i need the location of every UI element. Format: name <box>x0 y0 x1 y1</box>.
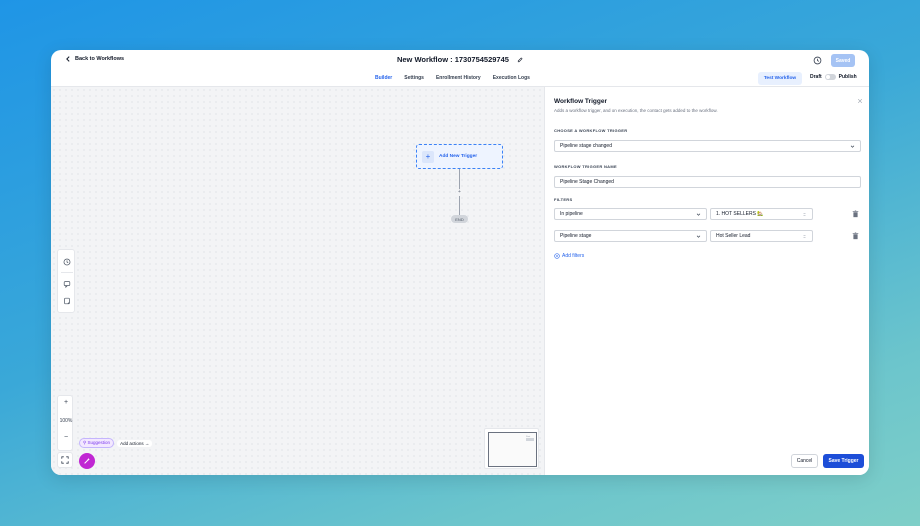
add-actions-label: Add actions <box>120 440 144 446</box>
note-icon[interactable] <box>63 297 71 305</box>
add-actions-link[interactable]: Add actions → <box>117 439 153 447</box>
tabs-row: Builder Settings Enrollment History Exec… <box>51 70 869 88</box>
close-icon[interactable] <box>857 98 863 104</box>
comment-icon[interactable] <box>63 280 71 288</box>
tab-enrollment-history[interactable]: Enrollment History <box>430 70 487 87</box>
filter-value: 1. HOT SELLERS 🏡 <box>716 211 764 217</box>
chevron-down-icon <box>696 235 701 238</box>
filter-field-value: In pipeline <box>560 211 583 217</box>
minimap-label: Start <box>526 436 531 438</box>
choose-trigger-label: CHOOSE A WORKFLOW TRIGGER <box>554 128 628 133</box>
expand-icon <box>61 456 69 464</box>
plus-circle-icon <box>554 253 560 259</box>
cancel-button[interactable]: Cancel <box>791 454 818 468</box>
filter-field-select[interactable]: In pipeline <box>554 208 707 220</box>
filter-field-value: Pipeline stage <box>560 233 592 239</box>
minimap-viewport: Start <box>488 432 537 467</box>
ai-wand-button[interactable] <box>79 453 95 469</box>
add-filters-link[interactable]: Add filters <box>554 253 584 259</box>
suggestion-chip[interactable]: ⚲ Suggestion <box>79 438 115 448</box>
saved-button[interactable]: Saved <box>831 54 855 67</box>
chevron-down-icon <box>696 213 701 216</box>
workflow-canvas[interactable]: + Add New Trigger + END + 100% − ⚲ Sugge… <box>51 87 544 475</box>
trigger-name-value: Pipeline Stage Changed <box>560 179 614 185</box>
workflow-trigger-panel: Workflow Trigger Adds a workflow trigger… <box>544 87 869 475</box>
trigger-name-input[interactable]: Pipeline Stage Changed <box>554 176 861 188</box>
zoom-out-button[interactable]: − <box>58 434 74 441</box>
suggestion-label: Suggestion <box>87 440 111 445</box>
add-new-trigger-node[interactable]: + Add New Trigger <box>416 144 503 169</box>
trigger-type-value: Pipeline stage changed <box>560 143 612 149</box>
header-bar: Back to Workflows New Workflow : 1730754… <box>51 50 869 70</box>
publish-toggle[interactable] <box>824 74 836 80</box>
chevron-up-down-icon <box>803 234 806 239</box>
zoom-in-button[interactable]: + <box>58 399 74 406</box>
filter-value-select[interactable]: Hot Seller Lead <box>710 230 813 242</box>
add-step-plus-icon[interactable]: + <box>456 189 463 196</box>
canvas-side-toolbar <box>57 249 75 313</box>
chevron-up-down-icon <box>803 212 806 217</box>
tab-settings[interactable]: Settings <box>398 70 430 87</box>
history-icon[interactable] <box>63 258 71 266</box>
tab-builder[interactable]: Builder <box>369 70 398 88</box>
edit-pencil-icon[interactable] <box>517 57 523 63</box>
filter-field-select[interactable]: Pipeline stage <box>554 230 707 242</box>
minimap[interactable]: Start <box>484 428 539 469</box>
zoom-level: 100% <box>59 418 73 424</box>
panel-subtitle: Adds a workflow trigger, and on executio… <box>554 108 718 113</box>
filters-label: FILTERS <box>554 197 573 202</box>
zoom-controls: + 100% − <box>57 395 73 451</box>
workflow-builder-window: Back to Workflows New Workflow : 1730754… <box>51 50 869 475</box>
page-title: New Workflow : 1730754529745 <box>51 55 869 64</box>
fit-view-button[interactable] <box>57 452 73 468</box>
filter-value-select[interactable]: 1. HOT SELLERS 🏡 <box>710 208 813 220</box>
chevron-down-icon <box>850 145 855 148</box>
minimap-node <box>526 438 534 441</box>
test-workflow-button[interactable]: Test Workflow <box>758 72 802 85</box>
workflow-title: New Workflow : 1730754529745 <box>396 55 509 64</box>
trigger-name-label: WORKFLOW TRIGGER NAME <box>554 164 617 169</box>
wand-icon <box>84 457 91 464</box>
plus-icon: + <box>422 150 434 163</box>
trash-icon[interactable] <box>852 232 859 240</box>
tab-list: Builder Settings Enrollment History Exec… <box>369 70 536 88</box>
arrow-right-icon: → <box>144 440 150 446</box>
end-node: END <box>451 215 468 223</box>
tab-execution-logs[interactable]: Execution Logs <box>487 70 536 87</box>
suggestion-bar: ⚲ Suggestion Add actions → <box>79 438 153 448</box>
add-trigger-label: Add New Trigger <box>439 154 478 159</box>
draft-publish-toggle-group: Draft Publish <box>810 74 857 80</box>
publish-label: Publish <box>838 74 857 80</box>
draft-label: Draft <box>810 74 822 80</box>
panel-title: Workflow Trigger <box>554 98 607 105</box>
save-trigger-button[interactable]: Save Trigger <box>823 454 864 468</box>
trigger-type-select[interactable]: Pipeline stage changed <box>554 140 861 152</box>
trash-icon[interactable] <box>852 210 859 218</box>
history-clock-icon[interactable] <box>813 56 822 65</box>
add-filters-label: Add filters <box>562 253 585 259</box>
filter-value: Hot Seller Lead <box>716 233 751 239</box>
